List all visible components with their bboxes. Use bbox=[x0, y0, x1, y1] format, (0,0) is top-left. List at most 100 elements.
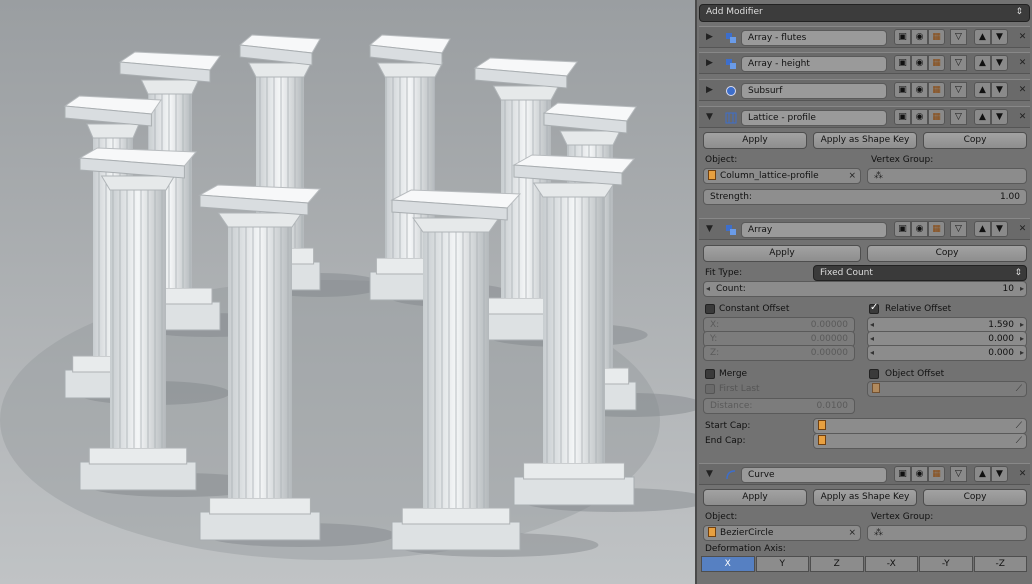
decrement-arrow-icon[interactable]: ◂ bbox=[870, 332, 874, 346]
cage-icon[interactable]: ▽ bbox=[950, 221, 967, 237]
editmode-icon[interactable]: ▣ bbox=[894, 29, 911, 45]
modifier-name-field[interactable]: Array - flutes bbox=[741, 30, 887, 46]
lattice-object-field[interactable]: Column_lattice-profile ⨯ bbox=[703, 168, 861, 184]
close-icon[interactable]: ⨯ bbox=[848, 526, 856, 540]
cage-icon[interactable]: ▽ bbox=[950, 466, 967, 482]
lattice-apply-button[interactable]: Apply bbox=[703, 132, 807, 149]
triangle-down-icon[interactable]: ▼ bbox=[706, 113, 715, 122]
render-icon[interactable]: ▦ bbox=[928, 221, 945, 237]
triangle-right-icon[interactable]: ▶ bbox=[706, 86, 715, 95]
render-icon[interactable]: ▦ bbox=[928, 29, 945, 45]
lattice-copy-button[interactable]: Copy bbox=[923, 132, 1027, 149]
eyedropper-icon[interactable]: ⟋ bbox=[1016, 419, 1022, 433]
curve-apply-button[interactable]: Apply bbox=[703, 489, 807, 506]
modifier-name-field[interactable]: Lattice - profile bbox=[741, 110, 887, 126]
cage-icon[interactable]: ▽ bbox=[950, 29, 967, 45]
render-icon[interactable]: ▦ bbox=[928, 109, 945, 125]
eye-icon[interactable]: ◉ bbox=[911, 109, 928, 125]
decrement-arrow-icon[interactable]: ◂ bbox=[706, 282, 710, 296]
modifier-name-field[interactable]: Array bbox=[741, 222, 887, 238]
render-icon[interactable]: ▦ bbox=[928, 55, 945, 71]
editmode-icon[interactable]: ▣ bbox=[894, 221, 911, 237]
eyedropper-icon[interactable]: ⟋ bbox=[1016, 434, 1022, 448]
deformation-axis-x-button[interactable]: X bbox=[701, 556, 755, 572]
triangle-down-icon[interactable]: ▼ bbox=[706, 470, 715, 479]
count-field[interactable]: ◂ Count: 10 ▸ bbox=[703, 281, 1027, 297]
array-copy-button[interactable]: Copy bbox=[867, 245, 1027, 262]
3d-viewport[interactable] bbox=[0, 0, 695, 584]
constant-offset-checkbox[interactable] bbox=[705, 304, 715, 314]
down-icon[interactable]: ▼ bbox=[991, 221, 1008, 237]
merge-checkbox[interactable] bbox=[705, 369, 715, 379]
offset-object-field[interactable]: ⟋ bbox=[867, 381, 1027, 397]
editmode-icon[interactable]: ▣ bbox=[894, 109, 911, 125]
increment-arrow-icon[interactable]: ▸ bbox=[1020, 282, 1024, 296]
eyedropper-icon[interactable]: ⟋ bbox=[1016, 382, 1022, 396]
triangle-right-icon[interactable]: ▶ bbox=[706, 59, 715, 68]
merge-distance-field[interactable]: Distance: 0.0100 bbox=[703, 398, 855, 414]
curve-copy-button[interactable]: Copy bbox=[923, 489, 1027, 506]
up-icon[interactable]: ▲ bbox=[974, 221, 991, 237]
editmode-icon[interactable]: ▣ bbox=[894, 82, 911, 98]
eye-icon[interactable]: ◉ bbox=[911, 82, 928, 98]
curve-apply-shape-key-button[interactable]: Apply as Shape Key bbox=[813, 489, 917, 506]
eye-icon[interactable]: ◉ bbox=[911, 221, 928, 237]
up-icon[interactable]: ▲ bbox=[974, 109, 991, 125]
down-icon[interactable]: ▼ bbox=[991, 55, 1008, 71]
increment-arrow-icon[interactable]: ▸ bbox=[1020, 346, 1024, 360]
close-icon[interactable]: ✕ bbox=[1014, 82, 1031, 98]
triangle-down-icon[interactable]: ▼ bbox=[706, 225, 715, 234]
increment-arrow-icon[interactable]: ▸ bbox=[1020, 332, 1024, 346]
deformation-axis-y-button[interactable]: Y bbox=[755, 556, 809, 572]
deformation-axis-neg-y-button[interactable]: -Y bbox=[919, 556, 973, 572]
close-icon[interactable]: ✕ bbox=[1014, 466, 1031, 482]
up-icon[interactable]: ▲ bbox=[974, 466, 991, 482]
fit-type-dropdown[interactable]: Fixed Count ⇕ bbox=[813, 265, 1027, 281]
eye-icon[interactable]: ◉ bbox=[911, 55, 928, 71]
decrement-arrow-icon[interactable]: ◂ bbox=[870, 318, 874, 332]
deformation-axis-neg-z-button[interactable]: -Z bbox=[973, 556, 1027, 572]
relative-offset-checkbox[interactable] bbox=[869, 302, 879, 314]
constant-offset-z-field[interactable]: Z: 0.00000 bbox=[703, 345, 855, 361]
first-last-checkbox[interactable] bbox=[705, 384, 715, 394]
close-icon[interactable]: ⨯ bbox=[848, 169, 856, 183]
close-icon[interactable]: ✕ bbox=[1014, 221, 1031, 237]
close-icon[interactable]: ✕ bbox=[1014, 109, 1031, 125]
add-modifier-dropdown[interactable]: Add Modifier ⇕ bbox=[699, 4, 1030, 22]
deformation-axis-z-button[interactable]: Z bbox=[810, 556, 864, 572]
start-cap-field[interactable]: ⟋ bbox=[813, 418, 1027, 434]
up-icon[interactable]: ▲ bbox=[974, 82, 991, 98]
lattice-strength-slider[interactable]: Strength: 1.00 bbox=[703, 189, 1027, 205]
down-icon[interactable]: ▼ bbox=[991, 466, 1008, 482]
lattice-vertex-group-field[interactable]: ⁂ bbox=[867, 168, 1027, 184]
decrement-arrow-icon[interactable]: ◂ bbox=[870, 346, 874, 360]
eye-icon[interactable]: ◉ bbox=[911, 466, 928, 482]
triangle-right-icon[interactable]: ▶ bbox=[706, 33, 715, 42]
curve-object-field[interactable]: BezierCircle ⨯ bbox=[703, 525, 861, 541]
eye-icon[interactable]: ◉ bbox=[911, 29, 928, 45]
cage-icon[interactable]: ▽ bbox=[950, 82, 967, 98]
end-cap-field[interactable]: ⟋ bbox=[813, 433, 1027, 449]
lattice-apply-shape-key-button[interactable]: Apply as Shape Key bbox=[813, 132, 917, 149]
modifier-name-field[interactable]: Subsurf bbox=[741, 83, 887, 99]
editmode-icon[interactable]: ▣ bbox=[894, 55, 911, 71]
cage-icon[interactable]: ▽ bbox=[950, 55, 967, 71]
close-icon[interactable]: ✕ bbox=[1014, 55, 1031, 71]
down-icon[interactable]: ▼ bbox=[991, 109, 1008, 125]
deformation-axis-neg-x-button[interactable]: -X bbox=[864, 556, 918, 572]
array-apply-button[interactable]: Apply bbox=[703, 245, 861, 262]
object-offset-checkbox[interactable] bbox=[869, 369, 879, 379]
editmode-icon[interactable]: ▣ bbox=[894, 466, 911, 482]
close-icon[interactable]: ✕ bbox=[1014, 29, 1031, 45]
render-icon[interactable]: ▦ bbox=[928, 82, 945, 98]
up-icon[interactable]: ▲ bbox=[974, 29, 991, 45]
render-icon[interactable]: ▦ bbox=[928, 466, 945, 482]
down-icon[interactable]: ▼ bbox=[991, 82, 1008, 98]
modifier-name-field[interactable]: Curve bbox=[741, 467, 887, 483]
cage-icon[interactable]: ▽ bbox=[950, 109, 967, 125]
curve-vertex-group-field[interactable]: ⁂ bbox=[867, 525, 1027, 541]
modifier-name-field[interactable]: Array - height bbox=[741, 56, 887, 72]
down-icon[interactable]: ▼ bbox=[991, 29, 1008, 45]
up-icon[interactable]: ▲ bbox=[974, 55, 991, 71]
increment-arrow-icon[interactable]: ▸ bbox=[1020, 318, 1024, 332]
